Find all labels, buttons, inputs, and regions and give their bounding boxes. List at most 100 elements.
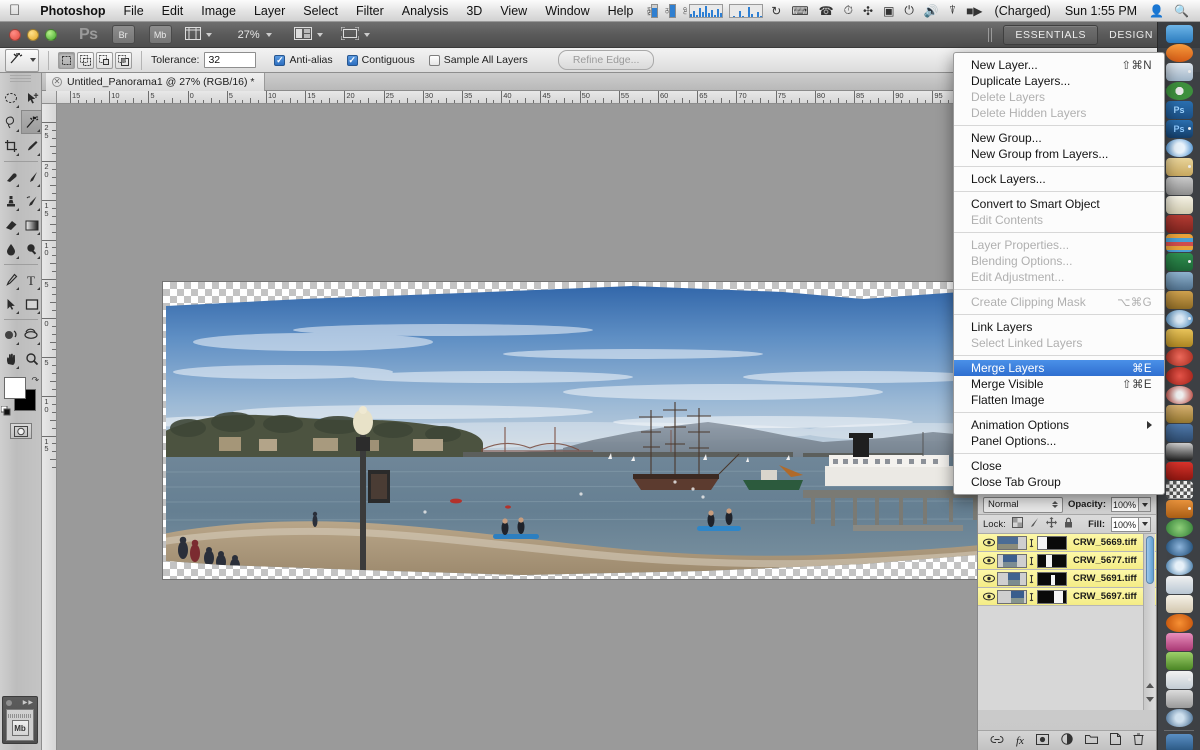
blur-tool-button[interactable] [0,237,21,261]
arrange-documents-menu[interactable] [293,26,323,43]
layer-visibility-eye-icon[interactable] [980,592,997,601]
healing-brush-tool-button[interactable] [0,165,21,189]
menu-file[interactable]: File [115,0,153,22]
magic-wand-tool-button[interactable] [21,110,42,134]
dock-icon-photos[interactable] [1165,272,1193,290]
dock-icon-acrobat-reader[interactable] [1165,367,1193,385]
display-icon[interactable]: ▣ [878,4,899,18]
document-tab[interactable]: ✕ Untitled_Panorama1 @ 27% (RGB/16) * [46,73,265,91]
dock-icon-globe[interactable] [1165,310,1193,328]
zoom-chevron-down-icon[interactable] [265,32,272,37]
menu-item-close-tab-group[interactable]: Close Tab Group [954,474,1164,490]
intersect-selection-button[interactable] [115,51,132,69]
dock-icon-blue-disc[interactable] [1165,538,1193,556]
brush-tool-button[interactable] [21,165,42,189]
dock-icon-pink-app[interactable] [1165,633,1193,651]
swap-colors-icon[interactable]: ↷ [31,375,39,386]
dock-icon-archive[interactable] [1165,500,1193,518]
layer-row[interactable]: CRW_5677.tiff [978,552,1156,570]
menu-item-close[interactable]: Close [954,458,1164,474]
new-selection-button[interactable] [58,51,75,69]
menu-item-merge-layers[interactable]: Merge Layers ⌘E [954,360,1164,376]
dock-icon-qr[interactable] [1165,481,1193,499]
dock-icon-photoshop-active[interactable]: Ps [1165,120,1193,138]
search-icon[interactable]: 🔍 [1169,4,1194,18]
dock-icon-green-app[interactable] [1165,652,1193,670]
layer-row[interactable]: CRW_5691.tiff [978,570,1156,588]
dock-icon-mail[interactable] [1165,671,1193,689]
workspace-essentials[interactable]: ESSENTIALS [1003,24,1099,45]
menu-edit[interactable]: Edit [153,0,193,22]
crop-tool-button[interactable] [0,134,21,158]
menu-3d[interactable]: 3D [457,0,491,22]
marquee-tool-button[interactable] [0,86,21,110]
battery-icon[interactable]: ■▶ [961,4,987,18]
dock-icon-compass[interactable] [1165,557,1193,575]
menu-item-flatten-image[interactable]: Flatten Image [954,392,1164,408]
new-layer-icon[interactable] [1109,733,1121,748]
zoom-level-value[interactable]: 27% [238,29,260,41]
add-to-selection-button[interactable] [77,51,94,69]
dock-icon-screenshot[interactable] [1165,443,1193,461]
shape-tool-button[interactable] [21,292,42,316]
layer-name[interactable]: CRW_5669.tiff [1073,537,1137,548]
eyedropper-tool-button[interactable] [21,134,42,158]
launch-bridge-button[interactable]: Br [111,25,135,44]
layers-scrollbar[interactable] [1143,534,1155,710]
lock-all-icon[interactable] [1063,517,1074,531]
dock-icon-record[interactable] [1165,348,1193,366]
dock-icon-pumpkin[interactable] [1165,614,1193,632]
new-group-icon[interactable] [1084,734,1098,747]
type-tool-button[interactable]: T [21,268,42,292]
menu-item-lock-layers[interactable]: Lock Layers... [954,171,1164,187]
vertical-ruler[interactable]: 25 20 15 10 5 0 5 10 15 [42,104,57,750]
close-window-button[interactable] [9,28,21,41]
contiguous-checkbox[interactable]: Contiguous [346,54,415,66]
menu-analysis[interactable]: Analysis [393,0,458,22]
scroll-down-arrow-icon[interactable] [1146,697,1154,702]
phone-icon[interactable]: ☎ [814,4,839,18]
refine-edge-button[interactable]: Refine Edge... [557,50,655,70]
dock-icon-disc[interactable] [1165,386,1193,404]
ruler-corner[interactable] [42,91,57,104]
tolerance-input[interactable]: 32 [204,52,257,68]
layer-visibility-eye-icon[interactable] [980,574,997,583]
menu-item-link-layers[interactable]: Link Layers [954,319,1164,335]
menu-view[interactable]: View [491,0,536,22]
layer-name[interactable]: CRW_5691.tiff [1073,573,1137,584]
menu-help[interactable]: Help [599,0,643,22]
dock-icon-excel[interactable] [1165,253,1193,271]
opacity-input[interactable]: 100% [1111,497,1139,512]
bluetooth-icon[interactable]: ✣ [858,4,878,18]
menu-window[interactable]: Window [536,0,598,22]
menu-item-panel-options[interactable]: Panel Options... [954,433,1164,449]
menu-item-new-layer[interactable]: New Layer... ⇧⌘N [954,57,1164,73]
dock-icon-document-1[interactable] [1165,576,1193,594]
fill-dropdown-button[interactable] [1139,516,1151,532]
keyboard-icon[interactable]: ⌨ [786,4,813,18]
hand-tool-button[interactable] [0,347,21,371]
dock-icon-finder[interactable] [1165,25,1193,43]
current-tool-button[interactable] [5,48,39,72]
dock-icon-firefox[interactable] [1165,44,1193,62]
dock-icon-utility[interactable] [1165,405,1193,423]
layer-mask-link-icon[interactable] [1027,574,1036,584]
menu-item-merge-visible[interactable]: Merge Visible ⇧⌘E [954,376,1164,392]
dodge-tool-button[interactable] [21,237,42,261]
opacity-dropdown-button[interactable] [1139,497,1151,512]
3d-orbit-tool-button[interactable] [21,323,42,347]
cpu-graph-icon[interactable] [689,3,724,18]
dock-icon-monitor[interactable] [1165,734,1193,750]
screen-mode-menu[interactable] [340,26,370,43]
layer-mask-thumbnail[interactable] [1037,553,1067,568]
view-extras-menu[interactable] [184,26,212,43]
lock-transparent-pixels-icon[interactable] [1011,517,1023,531]
move-tool-button[interactable] [21,86,42,110]
lock-image-pixels-icon[interactable] [1029,517,1040,531]
eraser-tool-button[interactable] [0,213,21,237]
mini-bridge-collapsed-panel[interactable]: ▶▶ Mb [2,696,38,744]
layer-thumbnail[interactable] [997,589,1027,604]
workspace-grip[interactable] [988,27,995,42]
lasso-tool-button[interactable] [0,110,21,134]
layer-name[interactable]: CRW_5697.tiff [1073,591,1137,602]
